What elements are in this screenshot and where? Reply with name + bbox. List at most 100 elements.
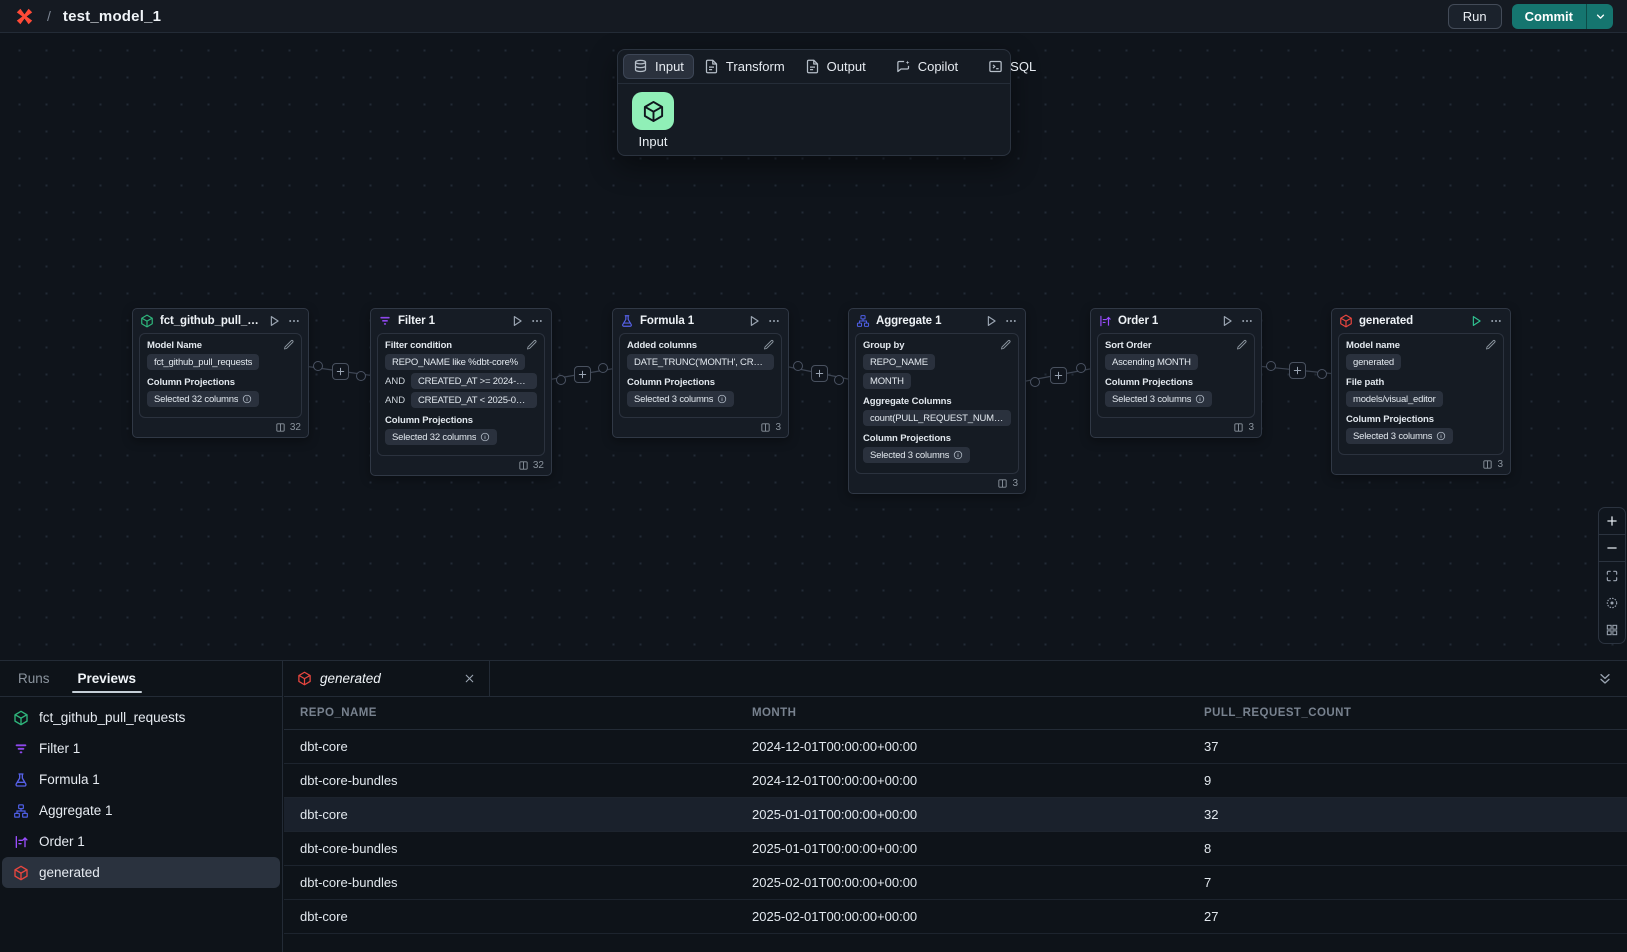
list-item-aggregate-1[interactable]: Aggregate 1 (2, 795, 280, 826)
table-row[interactable]: dbt-core-bundles2024-12-01T00:00:00+00:0… (284, 764, 1627, 798)
layout-grid-button[interactable] (1599, 616, 1625, 643)
table-cell: dbt-core (284, 807, 736, 822)
input-port[interactable] (1317, 369, 1327, 379)
input-port[interactable] (1076, 363, 1086, 373)
value-pill[interactable]: models/visual_editor (1346, 391, 1443, 407)
pencil-icon[interactable] (526, 339, 538, 351)
add-node-button[interactable] (1289, 362, 1306, 379)
table-row[interactable]: dbt-core2025-02-01T00:00:00+00:0027 (284, 900, 1627, 934)
columns-icon (518, 460, 529, 471)
input-tile[interactable] (632, 92, 674, 130)
table-row[interactable]: dbt-core2024-12-01T00:00:00+00:0037 (284, 730, 1627, 764)
field-row: Selected 3 columns (863, 447, 1011, 463)
add-node-button[interactable] (1050, 367, 1067, 384)
value-pill[interactable]: fct_github_pull_requests (147, 354, 259, 370)
value-pill[interactable]: MONTH (863, 373, 911, 389)
play-icon[interactable] (984, 314, 998, 328)
value-pill[interactable]: REPO_NAME (863, 354, 935, 370)
output-port[interactable] (313, 361, 323, 371)
add-node-button[interactable] (332, 363, 349, 380)
input-port[interactable] (356, 371, 366, 381)
palette-item-input[interactable]: Input (632, 92, 674, 149)
column-header-repo-name[interactable]: REPO_NAME (284, 707, 736, 719)
pencil-icon[interactable] (1485, 339, 1497, 351)
list-item-generated[interactable]: generated (2, 857, 280, 888)
list-item-fct-github-pull-requests[interactable]: fct_github_pull_requests (2, 702, 280, 733)
ellipsis-icon[interactable] (1240, 314, 1254, 328)
tab-runs[interactable]: Runs (16, 661, 52, 696)
zoom-out-button[interactable] (1599, 535, 1625, 562)
play-icon[interactable] (510, 314, 524, 328)
tab-previews[interactable]: Previews (76, 661, 139, 696)
pencil-icon[interactable] (1236, 339, 1248, 351)
value-pill[interactable]: REPO_NAME like %dbt-core% (385, 354, 525, 370)
zoom-in-button[interactable] (1599, 508, 1625, 535)
value-pill[interactable]: Selected 32 columns (385, 429, 497, 445)
node-formula-1[interactable]: Formula 1Added columnsDATE_TRUNC('MONTH'… (612, 308, 789, 438)
pencil-icon[interactable] (1000, 339, 1012, 351)
commit-button[interactable]: Commit (1512, 4, 1586, 29)
output-port[interactable] (556, 375, 566, 385)
value-pill[interactable]: Selected 3 columns (627, 391, 734, 407)
node-order-1[interactable]: Order 1Sort OrderAscending MONTHColumn P… (1090, 308, 1262, 438)
node-generated[interactable]: generatedModel namegeneratedFile pathmod… (1331, 308, 1511, 475)
pill-text: CREATED_AT < 2025-03-01 (418, 395, 530, 406)
toolbar-tab-copilot[interactable]: Copilot (886, 54, 968, 79)
value-pill[interactable]: CREATED_AT < 2025-03-01 (411, 392, 537, 408)
table-row[interactable]: dbt-core-bundles2025-01-01T00:00:00+00:0… (284, 832, 1627, 866)
value-pill[interactable]: Selected 3 columns (1346, 428, 1453, 444)
dbt-logo-icon[interactable] (14, 6, 35, 27)
value-pill[interactable]: CREATED_AT >= 2024-12-01 (411, 373, 537, 389)
toolbar-tab-input[interactable]: Input (623, 54, 694, 79)
list-item-formula-1[interactable]: Formula 1 (2, 764, 280, 795)
node-aggregate-1[interactable]: Aggregate 1Group byREPO_NAMEMONTHAggrega… (848, 308, 1026, 494)
value-pill[interactable]: Selected 32 columns (147, 391, 259, 407)
value-pill[interactable]: Ascending MONTH (1105, 354, 1198, 370)
column-header-month[interactable]: MONTH (736, 707, 1188, 719)
value-pill[interactable]: Selected 3 columns (1105, 391, 1212, 407)
play-icon[interactable] (267, 314, 281, 328)
canvas[interactable]: InputTransformOutputCopilotSQL Input fct… (0, 33, 1627, 660)
node-fct-github-pull-requests[interactable]: fct_github_pull_requestsModel Namefct_gi… (132, 308, 309, 438)
close-icon[interactable] (463, 672, 476, 685)
toolbar-tab-sql[interactable]: SQL (978, 54, 1046, 79)
input-port[interactable] (598, 363, 608, 373)
toolbar-tab-transform[interactable]: Transform (694, 54, 795, 79)
value-pill[interactable]: Selected 3 columns (863, 447, 970, 463)
preview-tab-generated[interactable]: generated (284, 661, 490, 696)
ellipsis-icon[interactable] (287, 314, 301, 328)
column-header-pull-request-count[interactable]: PULL_REQUEST_COUNT (1188, 707, 1627, 719)
output-port[interactable] (1266, 361, 1276, 371)
output-port[interactable] (1030, 377, 1040, 387)
run-button[interactable]: Run (1448, 4, 1502, 29)
add-node-button[interactable] (574, 366, 591, 383)
ellipsis-icon[interactable] (767, 314, 781, 328)
commit-dropdown-button[interactable] (1586, 4, 1613, 29)
add-node-button[interactable] (811, 365, 828, 382)
node-header: fct_github_pull_requests (133, 309, 308, 332)
table-row[interactable]: dbt-core2025-01-01T00:00:00+00:0032 (284, 798, 1627, 832)
locate-button[interactable] (1599, 589, 1625, 616)
pencil-icon[interactable] (763, 339, 775, 351)
list-item-filter-1[interactable]: Filter 1 (2, 733, 280, 764)
output-port[interactable] (793, 361, 803, 371)
node-filter-1[interactable]: Filter 1Filter conditionREPO_NAME like %… (370, 308, 552, 476)
table-row[interactable]: dbt-core-bundles2025-02-01T00:00:00+00:0… (284, 866, 1627, 900)
play-icon[interactable] (1469, 314, 1483, 328)
value-pill[interactable]: generated (1346, 354, 1401, 370)
pill-text: Selected 3 columns (1353, 431, 1432, 442)
flask-icon (13, 772, 29, 788)
value-pill[interactable]: count(PULL_REQUEST_NUMBER) as ... (863, 410, 1011, 426)
ellipsis-icon[interactable] (1004, 314, 1018, 328)
list-item-order-1[interactable]: Order 1 (2, 826, 280, 857)
ellipsis-icon[interactable] (530, 314, 544, 328)
ellipsis-icon[interactable] (1489, 314, 1503, 328)
toolbar-tab-output[interactable]: Output (795, 54, 876, 79)
fit-view-button[interactable] (1599, 562, 1625, 589)
play-icon[interactable] (747, 314, 761, 328)
value-pill[interactable]: DATE_TRUNC('MONTH', CREATED_AT... (627, 354, 774, 370)
collapse-panel-icon[interactable] (1597, 671, 1613, 687)
play-icon[interactable] (1220, 314, 1234, 328)
input-port[interactable] (834, 375, 844, 385)
pencil-icon[interactable] (283, 339, 295, 351)
